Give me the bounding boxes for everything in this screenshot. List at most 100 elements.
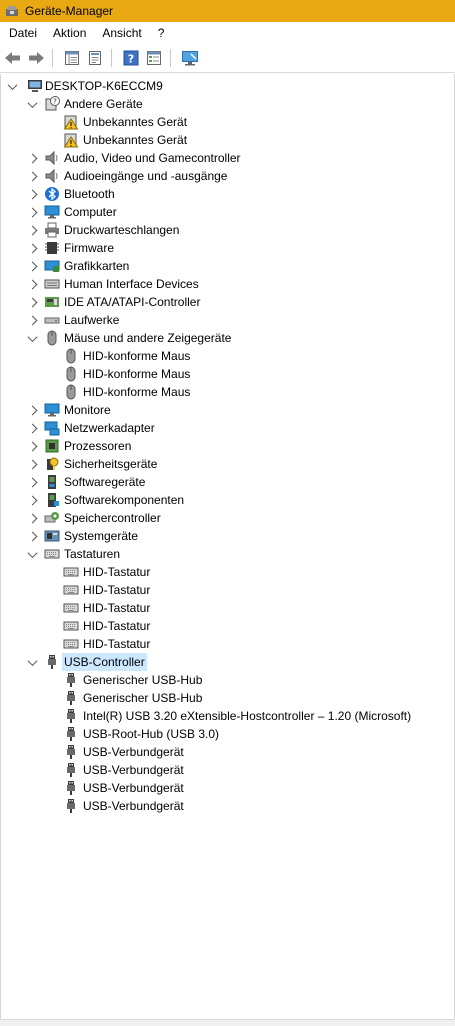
tree-item[interactable]: Monitore (1, 401, 454, 419)
chevron-right-icon[interactable] (27, 509, 37, 527)
chevron-right-icon[interactable] (27, 293, 37, 311)
tree-item[interactable]: Speichercontroller (1, 509, 454, 527)
chevron-right-icon[interactable] (27, 167, 37, 185)
menu-help[interactable]: ? (150, 22, 173, 44)
chevron-down-icon[interactable] (27, 329, 37, 347)
tree-item-label: IDE ATA/ATAPI-Controller (64, 295, 201, 309)
tree-item[interactable]: Audioeingänge und -ausgänge (1, 167, 454, 185)
tree-item[interactable]: HID-Tastatur (1, 635, 454, 653)
tree-item[interactable]: HID-Tastatur (1, 617, 454, 635)
tree-item[interactable]: USB-Verbundgerät (1, 779, 454, 797)
monitor-scan-icon[interactable] (180, 48, 200, 68)
tree-item-label: Audio, Video und Gamecontroller (64, 151, 241, 165)
forward-arrow-icon[interactable] (26, 48, 46, 68)
help-icon[interactable]: ? (121, 48, 141, 68)
tree-item[interactable]: Firmware (1, 239, 454, 257)
chevron-down-icon[interactable] (27, 653, 37, 671)
tree-item[interactable]: ? Andere Geräte (1, 95, 454, 113)
tree-item[interactable]: Intel(R) USB 3.20 eXtensible-Hostcontrol… (1, 707, 454, 725)
tree-item[interactable]: Mäuse und andere Zeigegeräte (1, 329, 454, 347)
usb-plug-icon (63, 744, 79, 760)
chevron-down-icon[interactable] (7, 77, 17, 95)
menu-datei[interactable]: Datei (0, 22, 45, 44)
tree-item[interactable]: Tastaturen (1, 545, 454, 563)
tree-item[interactable]: USB-Verbundgerät (1, 797, 454, 815)
tree-item-label: USB-Controller (62, 653, 147, 671)
chevron-down-icon[interactable] (27, 545, 37, 563)
tree-item-label: HID-Tastatur (83, 637, 151, 651)
tree-item[interactable]: USB-Verbundgerät (1, 761, 454, 779)
tree-item-label: HID-Tastatur (83, 583, 151, 597)
menu-aktion[interactable]: Aktion (45, 22, 94, 44)
chevron-right-icon[interactable] (27, 221, 37, 239)
tree-item[interactable]: Grafikkarten (1, 257, 454, 275)
chevron-right-icon[interactable] (27, 527, 37, 545)
tree-item[interactable]: Human Interface Devices (1, 275, 454, 293)
tree-item[interactable]: Computer (1, 203, 454, 221)
tree-item-label: Netzwerkadapter (64, 421, 155, 435)
tree-item[interactable]: USB-Controller (1, 653, 454, 671)
tree-item[interactable]: Systemgeräte (1, 527, 454, 545)
details-view-icon[interactable] (62, 48, 82, 68)
device-manager-icon (5, 4, 19, 18)
chevron-right-icon[interactable] (27, 491, 37, 509)
keyboard-icon (63, 600, 79, 616)
chevron-right-icon[interactable] (27, 149, 37, 167)
chevron-down-icon[interactable] (27, 95, 37, 113)
warning-device-icon (63, 114, 79, 130)
menu-ansicht[interactable]: Ansicht (94, 22, 149, 44)
tree-item-label: HID-Tastatur (83, 601, 151, 615)
tree-item[interactable]: HID-konforme Maus (1, 383, 454, 401)
chevron-right-icon[interactable] (27, 401, 37, 419)
menu-bar: Datei Aktion Ansicht ? (0, 22, 455, 44)
processor-icon (44, 438, 60, 454)
tree-item[interactable]: Softwaregeräte (1, 473, 454, 491)
tree-item[interactable]: USB-Root-Hub (USB 3.0) (1, 725, 454, 743)
tree-item[interactable]: Unbekanntes Gerät (1, 131, 454, 149)
back-arrow-icon[interactable] (3, 48, 23, 68)
tree-item[interactable]: USB-Verbundgerät (1, 743, 454, 761)
toolbar-separator (52, 49, 53, 67)
tree-item[interactable]: Generischer USB-Hub (1, 689, 454, 707)
tree-item[interactable]: Prozessoren (1, 437, 454, 455)
properties-icon[interactable] (85, 48, 105, 68)
usb-plug-icon (63, 690, 79, 706)
keyboard-icon (63, 564, 79, 580)
mouse-icon (63, 348, 79, 364)
tree-item[interactable]: Sicherheitsgeräte (1, 455, 454, 473)
tree-item[interactable]: HID-konforme Maus (1, 365, 454, 383)
chevron-right-icon[interactable] (27, 185, 37, 203)
software-device-icon (44, 474, 60, 490)
tree-item[interactable]: IDE ATA/ATAPI-Controller (1, 293, 454, 311)
chevron-right-icon[interactable] (27, 203, 37, 221)
tree-item-label: Unbekanntes Gerät (83, 115, 188, 129)
tree-item[interactable]: DESKTOP-K6ECCM9 (1, 77, 454, 95)
chevron-right-icon[interactable] (27, 311, 37, 329)
tree-item[interactable]: Generischer USB-Hub (1, 671, 454, 689)
chevron-right-icon[interactable] (27, 257, 37, 275)
toolbar-separator (111, 49, 112, 67)
tree-item[interactable]: HID-Tastatur (1, 563, 454, 581)
tree-item[interactable]: HID-Tastatur (1, 599, 454, 617)
tree-item[interactable]: Netzwerkadapter (1, 419, 454, 437)
tree-item[interactable]: Bluetooth (1, 185, 454, 203)
window-title: Geräte-Manager (25, 4, 114, 18)
chevron-right-icon[interactable] (27, 275, 37, 293)
tree-item-label: Firmware (64, 241, 114, 255)
chevron-right-icon[interactable] (27, 437, 37, 455)
chevron-right-icon[interactable] (27, 419, 37, 437)
tree-item[interactable]: HID-Tastatur (1, 581, 454, 599)
list-view-icon[interactable] (144, 48, 164, 68)
tree-item[interactable]: Druckwarteschlangen (1, 221, 454, 239)
chevron-right-icon[interactable] (27, 239, 37, 257)
tree-item[interactable]: Laufwerke (1, 311, 454, 329)
chevron-right-icon[interactable] (27, 455, 37, 473)
tree-item-label: Intel(R) USB 3.20 eXtensible-Hostcontrol… (83, 709, 412, 723)
tree-item[interactable]: Audio, Video und Gamecontroller (1, 149, 454, 167)
tree-item[interactable]: Unbekanntes Gerät (1, 113, 454, 131)
tree-item[interactable]: HID-konforme Maus (1, 347, 454, 365)
chevron-right-icon[interactable] (27, 473, 37, 491)
device-tree: DESKTOP-K6ECCM9? Andere Geräte Unbekanntes… (1, 77, 454, 815)
tree-item-label: Sicherheitsgeräte (64, 457, 158, 471)
tree-item[interactable]: Softwarekomponenten (1, 491, 454, 509)
